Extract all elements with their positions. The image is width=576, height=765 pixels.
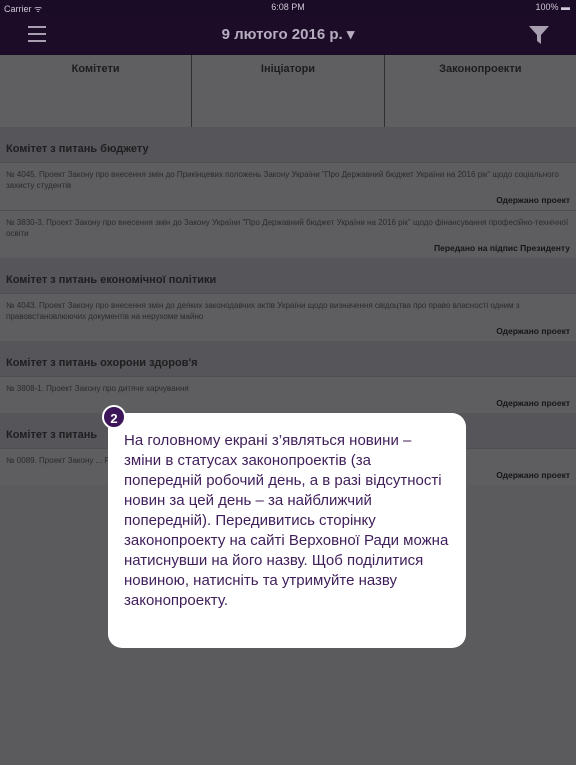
section-header-health: Комітет з питань охорони здоров'я bbox=[0, 341, 576, 376]
bill-title[interactable]: № 3830-3. Проект Закону про внесення змі… bbox=[0, 211, 576, 239]
section-header-budget: Комітет з питань бюджету bbox=[0, 127, 576, 162]
list-item[interactable]: № 3808-1. Проект Закону про дитяче харчу… bbox=[0, 376, 576, 413]
list-item[interactable]: № 4045. Проект Закону про внесення змін … bbox=[0, 162, 576, 210]
bill-title[interactable]: № 4043. Проект Закону про внесення змін … bbox=[0, 294, 576, 322]
section-header-economy: Комітет з питань економічної політики bbox=[0, 258, 576, 293]
bill-status: Передано на підпис Президенту bbox=[434, 243, 570, 253]
list-item[interactable]: № 4043. Проект Закону про внесення змін … bbox=[0, 293, 576, 341]
tab-bills[interactable]: Законопроекти bbox=[383, 55, 576, 127]
battery-indicator: 100% ▬ bbox=[535, 2, 570, 12]
segment-tabs: Комітети Ініціатори Законопроекти bbox=[0, 55, 576, 127]
bill-status: Одержано проект bbox=[496, 326, 570, 336]
tab-committees[interactable]: Комітети bbox=[0, 55, 191, 127]
bill-title[interactable]: № 4045. Проект Закону про внесення змін … bbox=[0, 163, 576, 191]
filter-icon[interactable] bbox=[528, 24, 550, 46]
date-selector[interactable]: 9 лютого 2016 р. ▾ bbox=[0, 25, 576, 43]
tooltip-text: На головному екрані з’являться новини – … bbox=[124, 432, 449, 609]
clock: 6:08 PM bbox=[271, 2, 305, 12]
status-bar: Carrier ᯤ 6:08 PM 100% ▬ bbox=[0, 0, 576, 14]
tab-initiators[interactable]: Ініціатори bbox=[191, 55, 383, 127]
bill-title[interactable]: № 3808-1. Проект Закону про дитяче харчу… bbox=[0, 377, 576, 394]
bill-status: Одержано проект bbox=[496, 398, 570, 408]
onboarding-tooltip[interactable]: На головному екрані з’являться новини – … bbox=[108, 413, 466, 648]
bill-status: Одержано проект bbox=[496, 195, 570, 205]
step-number-badge: 2 bbox=[102, 405, 126, 429]
list-item[interactable]: № 3830-3. Проект Закону про внесення змі… bbox=[0, 210, 576, 258]
navigation-bar: 9 лютого 2016 р. ▾ bbox=[0, 14, 576, 55]
